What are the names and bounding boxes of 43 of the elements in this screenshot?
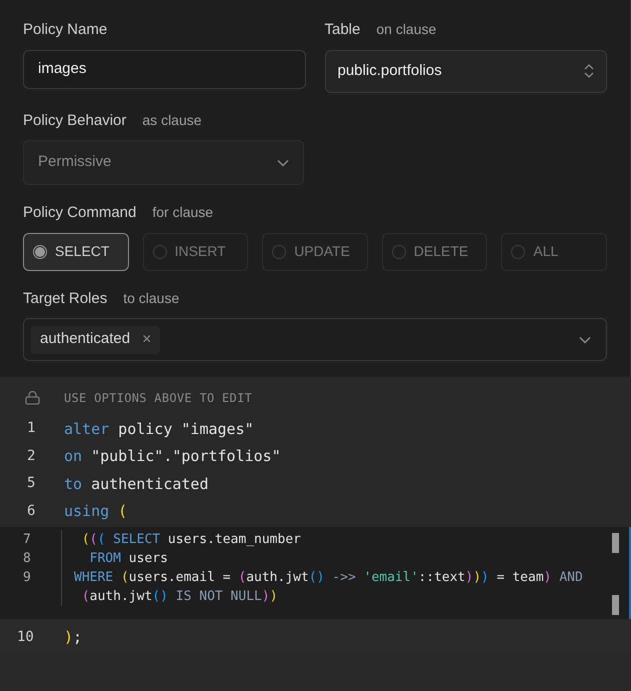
remove-tag-button[interactable]: × xyxy=(142,328,152,352)
clause-hint: to clause xyxy=(123,288,180,308)
policy-name-field[interactable]: images xyxy=(23,50,306,88)
code-line: WHERE (users.email = (auth.jwt() ->> 'email'::text))) = team) AND xyxy=(61,568,583,588)
line-number: 5 xyxy=(26,474,36,494)
chevron-down-icon xyxy=(579,336,591,344)
code-line: alter policy "images" xyxy=(64,418,254,440)
edit-notice: USE OPTIONS ABOVE TO EDIT xyxy=(64,390,252,407)
line-number: 1 xyxy=(26,419,36,438)
command-radio[interactable]: UPDATE xyxy=(262,232,368,270)
clause-hint: for clause xyxy=(152,203,214,222)
role-tag: authenticated × xyxy=(31,326,160,354)
scrollbar-thumb xyxy=(612,595,619,615)
scrollbar-thumb xyxy=(612,533,619,553)
code-line: FROM users xyxy=(61,548,168,568)
line-number: 8 xyxy=(22,550,32,568)
clause-hint: as clause xyxy=(142,110,202,130)
command-radio[interactable]: INSERT xyxy=(142,232,248,270)
table-select[interactable]: public.portfolios xyxy=(324,50,607,92)
lock-icon xyxy=(25,391,40,405)
command-radio[interactable]: DELETE xyxy=(382,232,488,270)
field-label: Table xyxy=(324,20,360,40)
sort-icon xyxy=(584,63,594,79)
line-number: 7 xyxy=(22,530,32,549)
code-line: using ( xyxy=(64,501,128,522)
field-label: Target Roles xyxy=(23,288,108,308)
roles-select[interactable]: authenticated × xyxy=(23,318,607,361)
field-label: Policy Command xyxy=(23,203,136,223)
command-radio[interactable]: SELECT xyxy=(23,232,129,270)
line-number: 10 xyxy=(16,628,35,646)
command-radio[interactable]: ALL xyxy=(501,232,607,270)
code-line: (auth.jwt() IS NOT NULL)) xyxy=(61,586,278,606)
field-label: Policy Behavior xyxy=(23,110,126,130)
code-line: ((( SELECT users.team_number xyxy=(61,530,301,550)
code-line: on "public"."portfolios" xyxy=(64,446,281,467)
code-line: to authenticated xyxy=(64,474,208,494)
chevron-down-icon xyxy=(277,158,289,166)
line-number: 6 xyxy=(26,502,36,521)
line-number: 9 xyxy=(22,568,32,587)
code-line: ); xyxy=(64,626,82,648)
line-number: 2 xyxy=(26,446,36,466)
field-label: Policy Name xyxy=(23,20,108,40)
clause-hint: on clause xyxy=(376,20,436,39)
